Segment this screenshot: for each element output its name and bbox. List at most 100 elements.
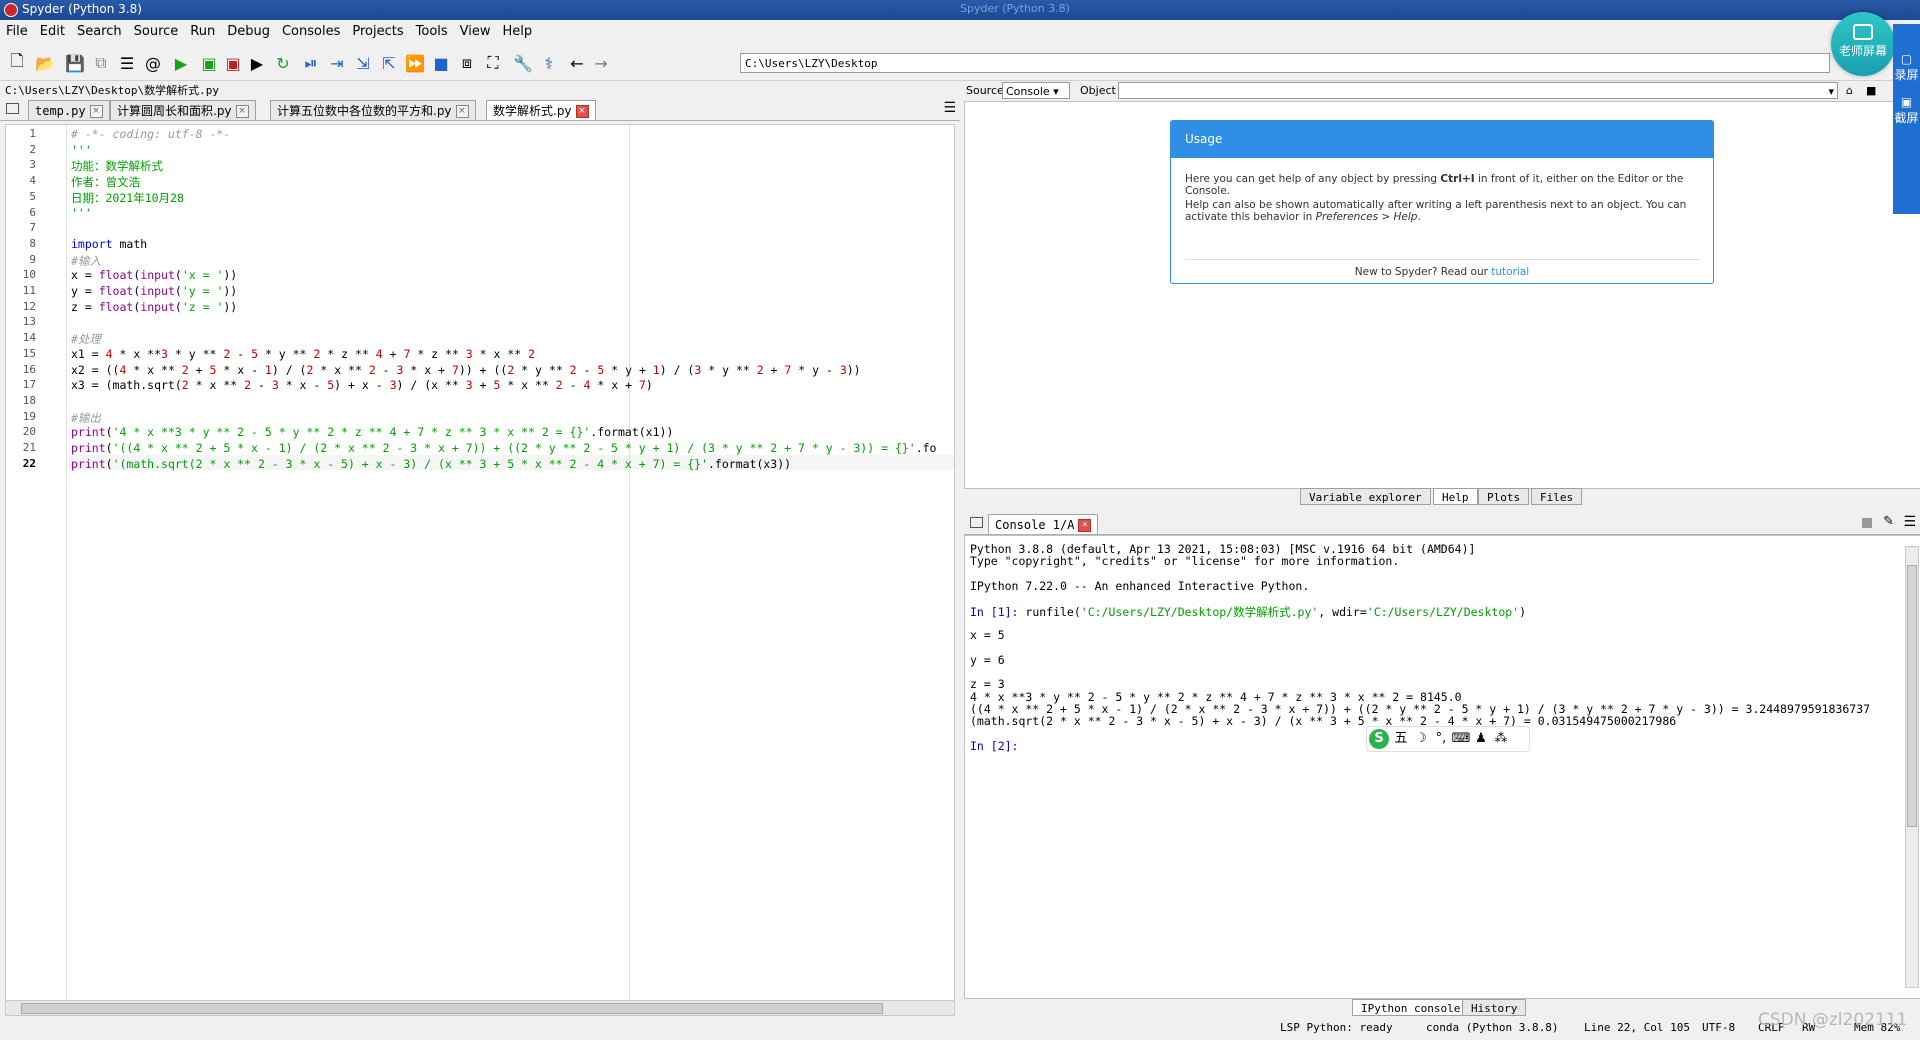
- save-icon[interactable]: 💾: [64, 52, 86, 74]
- tab-math-expression[interactable]: 数学解析式.py ×: [486, 100, 596, 120]
- editor-horizontal-scrollbar[interactable]: [5, 1000, 955, 1016]
- record-screen-button[interactable]: ▢ 录屏: [1893, 46, 1920, 89]
- menu-projects[interactable]: Projects: [346, 22, 409, 41]
- console-line: x = 5: [970, 628, 1005, 643]
- console-vertical-scrollbar[interactable]: [1905, 546, 1919, 988]
- moon-icon[interactable]: ☽: [1411, 727, 1431, 751]
- keyboard-icon[interactable]: ⌨: [1451, 727, 1471, 751]
- run-selection-icon[interactable]: ▶: [246, 52, 268, 74]
- line-number: 20: [22, 425, 36, 439]
- menu-debug[interactable]: Debug: [221, 22, 276, 41]
- menu-bar: File Edit Search Source Run Debug Consoles Proj…: [0, 22, 1920, 42]
- menu-source[interactable]: Source: [128, 22, 185, 41]
- tab-plots[interactable]: Plots: [1478, 488, 1530, 505]
- save-all-icon[interactable]: ⧉: [90, 52, 112, 74]
- fullscreen-icon[interactable]: ⛶: [482, 52, 504, 74]
- tab-label: temp.py: [35, 104, 86, 118]
- code-editor[interactable]: 1 2 3 4 5 6 7 8 9 10 11 12 13 14 15 16 17 18 19 20 21 22 # -*…: [5, 124, 955, 1016]
- object-input[interactable]: ▾: [1118, 82, 1838, 99]
- lock-icon[interactable]: ■: [1866, 84, 1876, 97]
- debug-icon[interactable]: ⏯: [300, 52, 322, 74]
- menu-view[interactable]: View: [454, 22, 497, 41]
- step-icon[interactable]: ⇥: [326, 52, 348, 74]
- stop-console-icon[interactable]: [1862, 518, 1872, 528]
- forward-arrow-icon[interactable]: →: [590, 52, 612, 74]
- tab-variable-explorer[interactable]: Variable explorer: [1300, 488, 1431, 505]
- menu-edit[interactable]: Edit: [34, 22, 71, 41]
- tab-console-1[interactable]: Console 1/A ×: [988, 514, 1099, 534]
- help-toolbar: Source Console ▾ Object ▾ ⌂ ■: [964, 82, 1920, 100]
- working-directory-input[interactable]: C:\Users\LZY\Desktop: [740, 53, 1830, 73]
- line-number: 2: [29, 142, 36, 156]
- close-icon[interactable]: ×: [455, 105, 469, 118]
- menu-consoles[interactable]: Consoles: [276, 22, 346, 41]
- step-into-icon[interactable]: ⇲: [352, 52, 374, 74]
- ipython-console[interactable]: Python 3.8.8 (default, Apr 13 2021, 15:0…: [964, 535, 1920, 999]
- menu-search[interactable]: Search: [71, 22, 128, 41]
- new-file-icon[interactable]: 🗋: [6, 51, 28, 74]
- run-cell-icon[interactable]: ▣: [198, 52, 220, 74]
- back-arrow-icon[interactable]: ←: [566, 52, 588, 74]
- at-icon[interactable]: @: [142, 52, 164, 74]
- line-number: 21: [22, 441, 36, 454]
- user-icon[interactable]: ♟: [1471, 727, 1491, 751]
- maximize-pane-icon[interactable]: ⧈: [456, 52, 478, 74]
- home-icon[interactable]: ⌂: [1846, 84, 1853, 97]
- tab-help[interactable]: Help: [1433, 488, 1478, 505]
- punctuation-icon[interactable]: °,: [1431, 727, 1451, 751]
- scrollbar-thumb[interactable]: [21, 1003, 883, 1014]
- close-icon[interactable]: ×: [235, 105, 249, 118]
- record-label: 录屏: [1894, 68, 1919, 82]
- browse-tabs-icon[interactable]: [970, 517, 983, 528]
- source-select[interactable]: Console ▾: [1002, 82, 1070, 99]
- menu-help[interactable]: Help: [497, 22, 539, 41]
- tab-files[interactable]: Files: [1531, 488, 1583, 505]
- input-command: runfile('C:/Users/LZY/Desktop/数学解析式.py',…: [1018, 604, 1527, 619]
- chevron-down-icon[interactable]: ▾: [1828, 83, 1837, 100]
- preferences-icon[interactable]: 🔧: [512, 52, 534, 74]
- tab-history[interactable]: History: [1462, 999, 1527, 1016]
- scrollbar-thumb[interactable]: [1907, 565, 1917, 827]
- grid-icon[interactable]: ⁂: [1491, 727, 1511, 751]
- code-line: print('((4 * x ** 2 + 5 * x - 1) / (2 * …: [71, 441, 937, 455]
- menu-tools[interactable]: Tools: [410, 22, 454, 41]
- console-line: (math.sqrt(2 * x ** 2 - 3 * x - 5) + x -…: [970, 714, 1677, 729]
- continue-icon[interactable]: ⏩: [404, 52, 426, 74]
- tab-temp[interactable]: temp.py ×: [28, 100, 110, 120]
- python-path-icon[interactable]: ⚕: [538, 52, 560, 74]
- options-menu-icon[interactable]: ☰: [943, 100, 956, 116]
- tab-five-digit[interactable]: 计算五位数中各位数的平方和.py ×: [270, 100, 476, 120]
- editor-file-path: C:\Users\LZY\Desktop\数学解析式.py: [5, 84, 219, 97]
- sogou-logo-icon[interactable]: S: [1369, 729, 1389, 749]
- close-icon[interactable]: ×: [89, 105, 103, 118]
- console-line: Type "copyright", "credits" or "license"…: [970, 554, 1400, 569]
- close-icon[interactable]: ×: [1078, 519, 1092, 532]
- clear-console-icon[interactable]: ✎: [1883, 514, 1894, 529]
- window-title: Spyder (Python 3.8): [22, 2, 142, 16]
- browse-tabs-icon[interactable]: [6, 103, 19, 114]
- options-menu-icon[interactable]: ☰: [1903, 514, 1916, 530]
- open-file-icon[interactable]: 📂: [34, 52, 56, 74]
- run-icon[interactable]: ▶: [170, 52, 192, 74]
- tab-circle[interactable]: 计算圆周长和面积.py ×: [110, 100, 256, 120]
- screenshot-button[interactable]: ▣ 截屏: [1893, 89, 1920, 132]
- run-cell-advance-icon[interactable]: ▣: [222, 52, 244, 74]
- menu-file[interactable]: File: [0, 22, 34, 41]
- line-number: 5: [29, 189, 36, 203]
- list-icon[interactable]: ☰: [116, 52, 138, 74]
- menu-run[interactable]: Run: [184, 22, 221, 41]
- close-icon[interactable]: ×: [575, 105, 589, 118]
- line-number: 9: [29, 252, 36, 266]
- code-area[interactable]: # -*- coding: utf-8 -*- ''' 功能：数学解析式 作者：曾文浩…: [69, 125, 954, 1015]
- stop-icon[interactable]: ■: [430, 52, 452, 74]
- ghost-window-title: Spyder (Python 3.8): [960, 2, 1070, 15]
- ime-mode-icon[interactable]: 五: [1391, 727, 1411, 751]
- tab-label: Console 1/A: [995, 518, 1075, 532]
- code-line: ''': [71, 205, 92, 220]
- step-return-icon[interactable]: ⇱: [378, 52, 400, 74]
- rerun-icon[interactable]: ↻: [272, 52, 294, 74]
- footer-text: New to Spyder? Read our: [1354, 266, 1492, 278]
- teacher-screen-button[interactable]: 老师屏幕: [1831, 12, 1895, 76]
- tab-ipython-console[interactable]: IPython console: [1352, 999, 1470, 1016]
- tutorial-link[interactable]: tutorial: [1491, 266, 1529, 278]
